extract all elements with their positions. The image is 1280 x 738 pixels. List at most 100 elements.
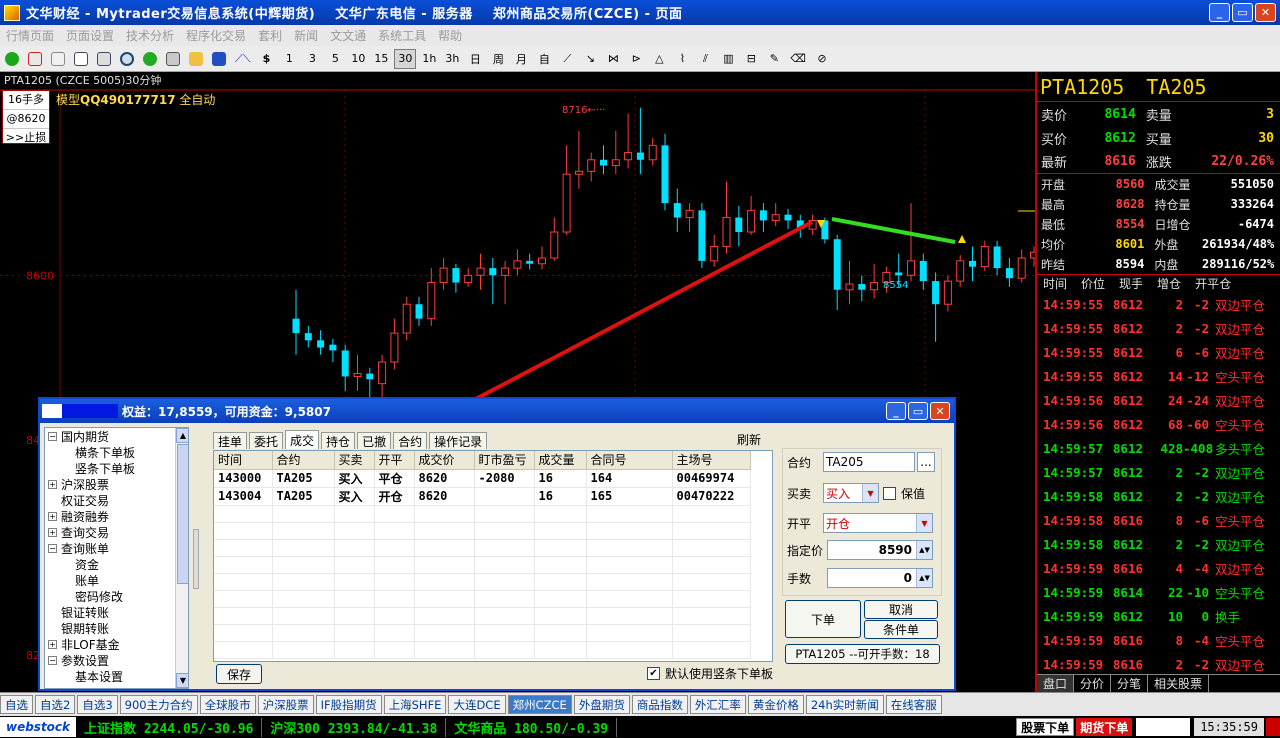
tree-node[interactable]: 基本设置 bbox=[45, 668, 188, 684]
hedge-checkbox[interactable] bbox=[883, 486, 896, 500]
tree-node[interactable]: + 查询交易 bbox=[45, 524, 188, 540]
market-tab[interactable]: 郑州CZCE bbox=[507, 695, 572, 714]
zoom-icon[interactable] bbox=[117, 49, 137, 69]
grid-column-header[interactable]: 成交价 bbox=[414, 451, 475, 470]
contract-input[interactable]: TA205 bbox=[823, 452, 915, 472]
market-tab[interactable]: IF股指期货 bbox=[315, 695, 382, 714]
channel-tool-icon[interactable]: ⋈ bbox=[603, 49, 623, 69]
save-icon[interactable] bbox=[209, 49, 229, 69]
oc-select[interactable]: 开仓 ▼ bbox=[823, 513, 933, 533]
period-3h[interactable]: 3h bbox=[442, 49, 462, 69]
market-tab[interactable]: 自选3 bbox=[77, 695, 118, 714]
tree-scrollbar[interactable]: ▲ ▼ bbox=[175, 428, 188, 688]
contract-browse-button[interactable]: ... bbox=[917, 452, 935, 472]
trade-row[interactable]: 143004 TA205 买入 开仓 8620 16 165 00470222 bbox=[214, 487, 751, 506]
record-tab[interactable]: 合约 bbox=[393, 432, 428, 449]
quote-tab[interactable]: 盘口 bbox=[1037, 675, 1075, 692]
tree-node[interactable]: 密码修改 bbox=[45, 588, 188, 604]
market-tab[interactable]: 上海SHFE bbox=[383, 695, 447, 714]
layout-icon[interactable] bbox=[94, 49, 114, 69]
tree-node[interactable]: + 融资融券 bbox=[45, 508, 188, 524]
ruler-tool-icon[interactable]: ⊟ bbox=[741, 49, 761, 69]
price-spinner-icon[interactable]: ▲▼ bbox=[916, 541, 932, 559]
grid-column-header[interactable]: 时间 bbox=[214, 451, 273, 470]
menu-tech-analysis[interactable]: 技术分析 bbox=[120, 27, 180, 44]
pencil-tool-icon[interactable]: ✎ bbox=[764, 49, 784, 69]
price-input[interactable]: 8590 ▲▼ bbox=[827, 540, 933, 560]
period-day[interactable]: 日 bbox=[465, 49, 485, 69]
tree-node[interactable]: 银期转账 bbox=[45, 620, 188, 636]
market-tab[interactable]: 大连DCE bbox=[448, 695, 506, 714]
market-tab[interactable]: 900主力合约 bbox=[119, 695, 198, 714]
period-week[interactable]: 周 bbox=[488, 49, 508, 69]
refresh-link[interactable]: 刷新 bbox=[737, 431, 761, 448]
qty-spinner-icon[interactable]: ▲▼ bbox=[916, 569, 932, 587]
tree-node[interactable]: 权证交易 bbox=[45, 492, 188, 508]
stop-loss-link[interactable]: >>止损 bbox=[3, 129, 49, 147]
grid-column-header[interactable]: 合约 bbox=[272, 451, 335, 470]
menu-arbitrage[interactable]: 套利 bbox=[252, 27, 288, 44]
expand-icon[interactable]: + bbox=[48, 639, 57, 649]
record-tab[interactable]: 持仓 bbox=[321, 432, 356, 449]
dialog-close-button[interactable]: ✕ bbox=[930, 402, 950, 420]
grid-column-header[interactable]: 盯市盈亏 bbox=[474, 451, 535, 470]
tree-node[interactable]: − 参数设置 bbox=[45, 652, 188, 668]
chevron-down-icon[interactable]: ▼ bbox=[916, 514, 932, 532]
line-tool-icon[interactable]: ⟋⟍ bbox=[232, 49, 253, 69]
scroll-up-icon[interactable]: ▲ bbox=[176, 428, 188, 443]
market-tab[interactable]: 沪深股票 bbox=[257, 695, 314, 714]
splitter-handle[interactable] bbox=[193, 529, 199, 589]
table-icon[interactable] bbox=[71, 49, 91, 69]
record-tab[interactable]: 操作记录 bbox=[429, 432, 488, 449]
period-3[interactable]: 3 bbox=[302, 49, 322, 69]
expand-icon[interactable]: + bbox=[48, 511, 57, 521]
period-15[interactable]: 15 bbox=[371, 49, 391, 69]
period-1[interactable]: 1 bbox=[279, 49, 299, 69]
menu-program-trading[interactable]: 程序化交易 bbox=[180, 27, 252, 44]
market-tab[interactable]: 外盘期货 bbox=[573, 695, 630, 714]
trade-row[interactable]: 143000 TA205 买入 平仓 8620 -2080 16 164 00469974 bbox=[214, 469, 751, 488]
collapse-icon[interactable]: − bbox=[48, 655, 57, 665]
period-month[interactable]: 月 bbox=[511, 49, 531, 69]
dialog-minimize-button[interactable]: _ bbox=[886, 402, 906, 420]
collapse-icon[interactable]: − bbox=[48, 431, 57, 441]
chart-icon[interactable] bbox=[25, 49, 45, 69]
grid-column-header[interactable]: 成交量 bbox=[534, 451, 587, 470]
market-tab[interactable]: 在线客服 bbox=[885, 695, 942, 714]
expand-icon[interactable]: + bbox=[48, 527, 57, 537]
refresh-icon[interactable] bbox=[140, 49, 160, 69]
back-icon[interactable] bbox=[2, 49, 22, 69]
marker-tool-icon[interactable]: ⌇ bbox=[672, 49, 692, 69]
menu-wenwentong[interactable]: 文文通 bbox=[324, 27, 372, 44]
minimize-button[interactable]: _ bbox=[1209, 3, 1230, 22]
market-tab[interactable]: 商品指数 bbox=[631, 695, 688, 714]
chevron-down-icon[interactable]: ▼ bbox=[862, 484, 878, 502]
record-tab[interactable]: 成交 bbox=[285, 430, 320, 449]
market-tab[interactable]: 自选2 bbox=[35, 695, 76, 714]
qty-input[interactable]: 0 ▲▼ bbox=[827, 568, 933, 588]
tree-node[interactable]: − 国内期货 bbox=[45, 428, 188, 444]
record-tab[interactable]: 已撤 bbox=[357, 432, 392, 449]
close-button[interactable]: ✕ bbox=[1255, 3, 1276, 22]
trend-line-icon[interactable]: ⟋ bbox=[557, 49, 577, 69]
side-select[interactable]: 买入 ▼ bbox=[823, 483, 879, 503]
menu-system-tools[interactable]: 系统工具 bbox=[372, 27, 432, 44]
scroll-down-icon[interactable]: ▼ bbox=[176, 673, 188, 688]
period-5[interactable]: 5 bbox=[325, 49, 345, 69]
stop-tool-icon[interactable]: ⊘ bbox=[812, 49, 832, 69]
period-10[interactable]: 10 bbox=[348, 49, 368, 69]
conditional-order-button[interactable]: 条件单 bbox=[864, 620, 938, 639]
tree-node[interactable]: − 查询账单 bbox=[45, 540, 188, 556]
menu-news[interactable]: 新闻 bbox=[288, 27, 324, 44]
scroll-thumb[interactable] bbox=[177, 444, 188, 584]
menu-quote-page[interactable]: 行情页面 bbox=[0, 27, 60, 44]
save-button[interactable]: 保存 bbox=[216, 664, 262, 684]
grid-icon[interactable] bbox=[48, 49, 68, 69]
cancel-order-button[interactable]: 取消 bbox=[864, 600, 938, 619]
parallel-tool-icon[interactable]: ⫽ bbox=[695, 49, 715, 69]
collapse-icon[interactable]: − bbox=[48, 543, 57, 553]
dialog-maximize-button[interactable]: ▭ bbox=[908, 402, 928, 420]
market-tab[interactable]: 全球股市 bbox=[199, 695, 256, 714]
tree-node[interactable]: + 非LOF基金 bbox=[45, 636, 188, 652]
tree-node[interactable]: 横条下单板 bbox=[45, 444, 188, 460]
